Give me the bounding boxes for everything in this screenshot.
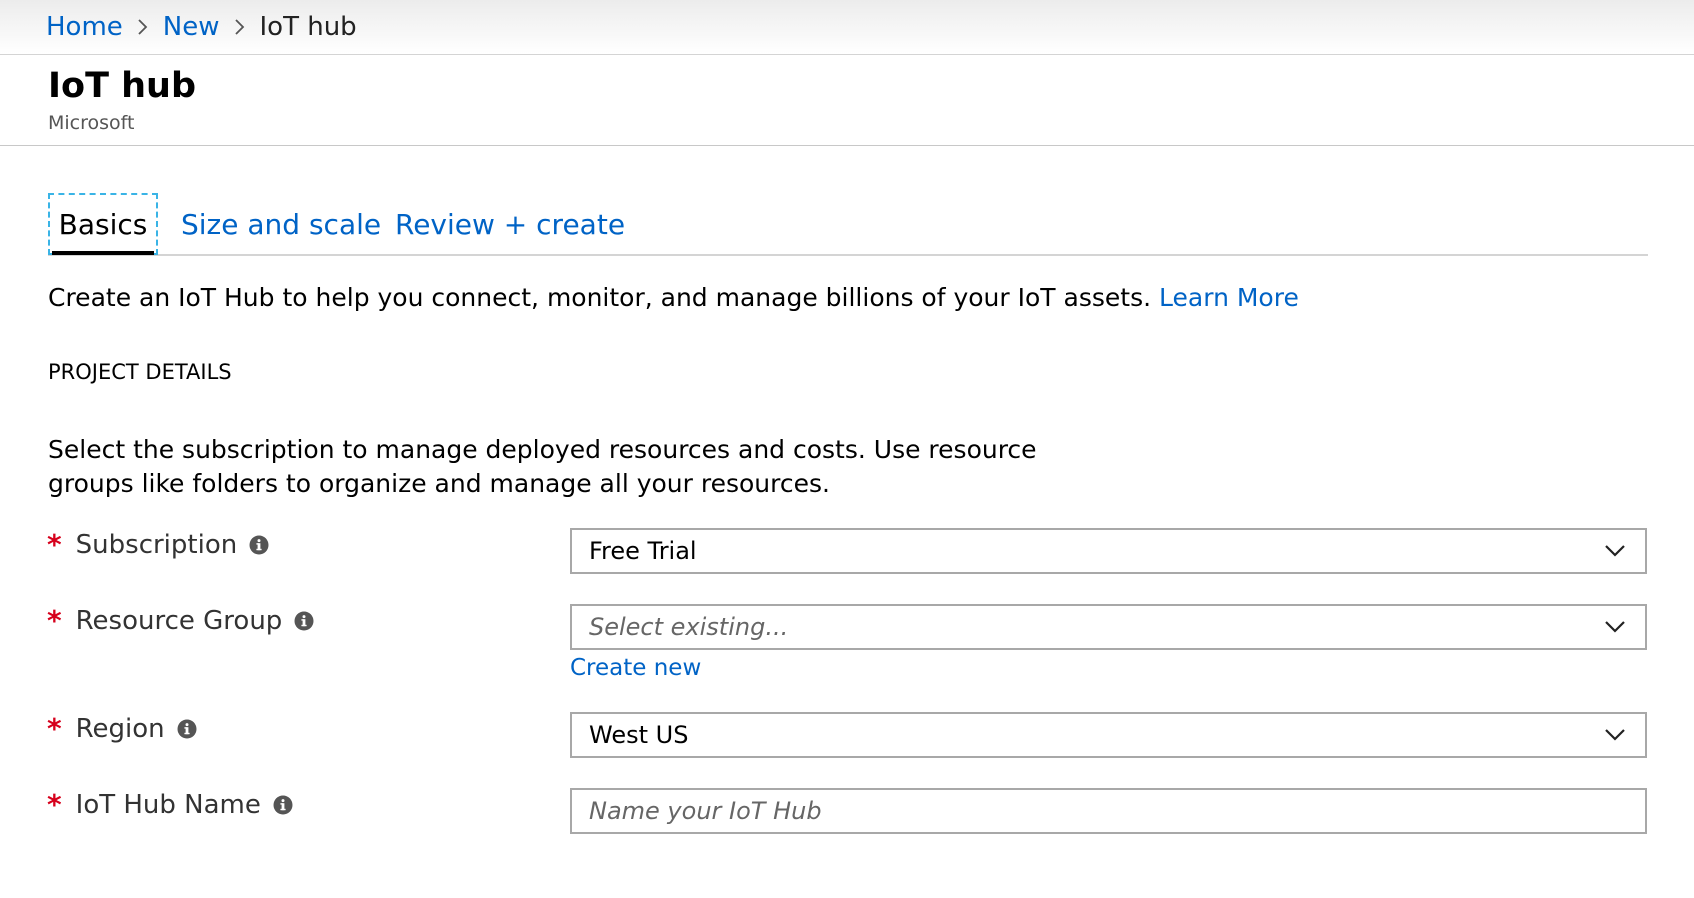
- breadcrumb-home-link[interactable]: Home: [46, 12, 123, 42]
- chevron-down-icon: [1605, 621, 1625, 633]
- required-marker: *: [47, 604, 62, 637]
- info-icon[interactable]: [294, 611, 314, 631]
- region-label-text: Region: [75, 713, 165, 744]
- hub-name-label: * IoT Hub Name: [47, 788, 293, 821]
- hub-name-label-text: IoT Hub Name: [75, 789, 261, 820]
- subscription-label: * Subscription: [47, 528, 269, 561]
- subscription-select[interactable]: Free Trial: [570, 528, 1647, 574]
- subscription-label-text: Subscription: [75, 529, 238, 560]
- info-icon[interactable]: [177, 719, 197, 739]
- section-heading-project-details: PROJECT DETAILS: [48, 360, 232, 384]
- chevron-down-icon: [1605, 729, 1625, 741]
- required-marker: *: [47, 528, 62, 561]
- tab-size-and-scale[interactable]: Size and scale: [181, 193, 381, 255]
- region-label: * Region: [47, 712, 197, 745]
- resource-group-placeholder: Select existing...: [589, 613, 789, 641]
- breadcrumb: Home New IoT hub: [0, 0, 1694, 55]
- intro-text: Create an IoT Hub to help you connect, m…: [48, 283, 1152, 312]
- resource-group-label: * Resource Group: [47, 604, 314, 637]
- region-value: West US: [589, 721, 689, 749]
- breadcrumb-current: IoT hub: [259, 12, 357, 42]
- breadcrumb-new-link[interactable]: New: [163, 12, 220, 42]
- info-icon[interactable]: [273, 795, 293, 815]
- tab-bar: Basics Size and scale Review + create: [48, 193, 1648, 256]
- create-new-resource-group-link[interactable]: Create new: [570, 655, 701, 681]
- page-title: IoT hub: [48, 66, 197, 106]
- chevron-right-icon: [220, 12, 260, 42]
- intro-paragraph: Create an IoT Hub to help you connect, m…: [48, 283, 1299, 312]
- chevron-right-icon: [123, 12, 163, 42]
- resource-group-label-text: Resource Group: [75, 605, 283, 636]
- learn-more-link[interactable]: Learn More: [1159, 283, 1299, 312]
- required-marker: *: [47, 788, 62, 821]
- chevron-down-icon: [1605, 545, 1625, 557]
- region-select[interactable]: West US: [570, 712, 1647, 758]
- tab-basics[interactable]: Basics: [48, 193, 158, 255]
- info-icon[interactable]: [249, 535, 269, 555]
- required-marker: *: [47, 712, 62, 745]
- hub-name-input[interactable]: [570, 788, 1647, 834]
- page-subtitle: Microsoft: [48, 112, 135, 134]
- tab-review-create[interactable]: Review + create: [395, 193, 625, 255]
- resource-group-select[interactable]: Select existing...: [570, 604, 1647, 650]
- blade-header: IoT hub Microsoft: [0, 56, 1694, 146]
- project-details-description: Select the subscription to manage deploy…: [48, 435, 1037, 498]
- subscription-value: Free Trial: [589, 537, 697, 565]
